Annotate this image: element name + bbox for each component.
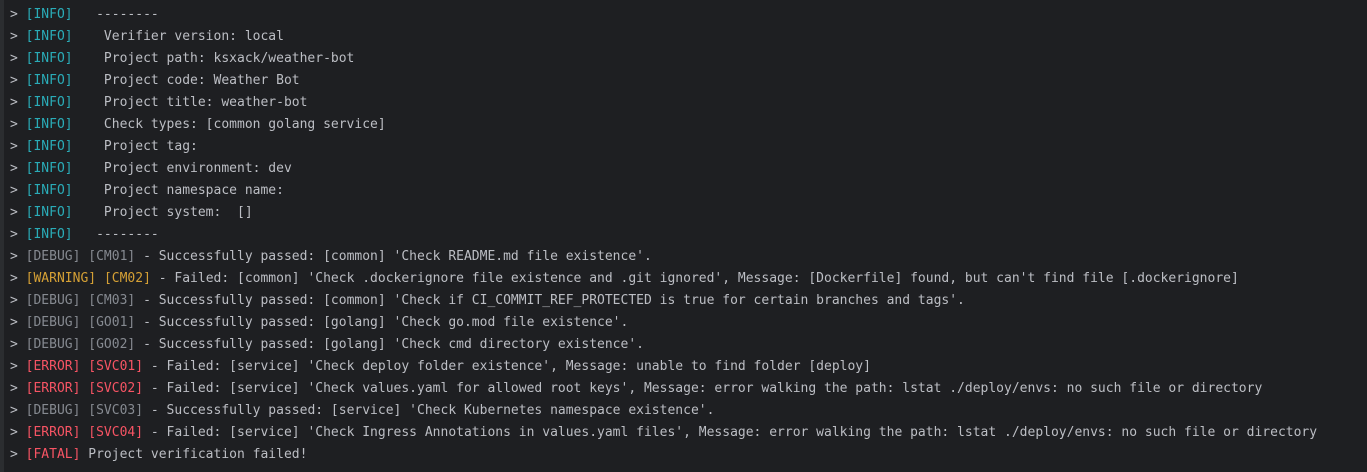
log-level-tag: [FATAL] — [25, 447, 81, 462]
log-message: Project path: ksxack/weather-bot — [80, 51, 355, 66]
prompt-symbol: > — [10, 381, 26, 396]
log-line: > [ERROR] [SVC04] - Failed: [service] 'C… — [10, 422, 1367, 444]
log-level-tag: [DEBUG] — [25, 293, 81, 308]
prompt-symbol: > — [10, 95, 26, 110]
log-line: > [ERROR] [SVC01] - Failed: [service] 'C… — [10, 356, 1367, 378]
prompt-symbol: > — [10, 403, 26, 418]
log-line: > [ERROR] [SVC02] - Failed: [service] 'C… — [10, 378, 1367, 400]
log-level-tag: [INFO] — [25, 161, 73, 176]
log-line: > [INFO] Project path: ksxack/weather-bo… — [10, 48, 1367, 70]
prompt-symbol: > — [10, 29, 26, 44]
log-message: - Successfully passed: [golang] 'Check c… — [135, 337, 644, 352]
log-message: - Failed: [service] 'Check deploy folder… — [143, 359, 871, 374]
log-line: > [INFO] -------- — [10, 224, 1367, 246]
prompt-symbol: > — [10, 139, 26, 154]
log-message: Project title: weather-bot — [80, 95, 308, 110]
clipped-bottom-line — [10, 464, 240, 472]
prompt-symbol: > — [10, 117, 26, 132]
log-line: > [DEBUG] [CM01] - Successfully passed: … — [10, 246, 1367, 268]
log-message: - Successfully passed: [service] 'Check … — [143, 403, 715, 418]
log-message: - Successfully passed: [common] 'Check i… — [135, 293, 965, 308]
prompt-symbol: > — [10, 425, 26, 440]
log-level-tag: [INFO] — [25, 51, 73, 66]
log-level-tag: [INFO] — [25, 7, 73, 22]
log-line: > [INFO] Check types: [common golang ser… — [10, 114, 1367, 136]
log-message: - Successfully passed: [golang] 'Check g… — [135, 315, 629, 330]
log-line: > [INFO] Project tag: — [10, 136, 1367, 158]
log-message: -------- — [80, 227, 159, 242]
check-code: [GO01] — [88, 315, 136, 330]
prompt-symbol: > — [10, 359, 26, 374]
log-level-tag: [INFO] — [25, 29, 73, 44]
log-line: > [DEBUG] [SVC03] - Successfully passed:… — [10, 400, 1367, 422]
log-line: > [WARNING] [CM02] - Failed: [common] 'C… — [10, 268, 1367, 290]
log-level-tag: [DEBUG] — [25, 315, 81, 330]
log-level-tag: [ERROR] — [25, 359, 81, 374]
prompt-symbol: > — [10, 7, 26, 22]
log-level-tag: [INFO] — [25, 183, 73, 198]
log-message: Project environment: dev — [80, 161, 292, 176]
log-message: - Failed: [common] 'Check .dockerignore … — [150, 271, 1239, 286]
log-message: - Failed: [service] 'Check values.yaml f… — [143, 381, 1263, 396]
log-level-tag: [WARNING] — [25, 271, 97, 286]
log-line: > [INFO] Project title: weather-bot — [10, 92, 1367, 114]
log-line: > [INFO] Project namespace name: — [10, 180, 1367, 202]
log-message: Project tag: — [80, 139, 198, 154]
check-code: [CM01] — [88, 249, 136, 264]
log-level-tag: [ERROR] — [25, 425, 81, 440]
log-line: > [FATAL] Project verification failed! — [10, 444, 1367, 466]
prompt-symbol: > — [10, 205, 26, 220]
log-message: - Successfully passed: [common] 'Check R… — [135, 249, 652, 264]
prompt-symbol: > — [10, 161, 26, 176]
log-message: Project system: [] — [80, 205, 253, 220]
check-code: [SVC04] — [88, 425, 144, 440]
terminal-gutter — [0, 0, 4, 472]
check-code: [GO02] — [88, 337, 136, 352]
log-message: Project code: Weather Bot — [80, 73, 300, 88]
log-message: Project namespace name: — [80, 183, 284, 198]
prompt-symbol: > — [10, 447, 26, 462]
check-code: [CM03] — [88, 293, 136, 308]
log-line: > [INFO] Verifier version: local — [10, 26, 1367, 48]
log-line: > [INFO] Project environment: dev — [10, 158, 1367, 180]
prompt-symbol: > — [10, 51, 26, 66]
log-level-tag: [DEBUG] — [25, 249, 81, 264]
log-level-tag: [INFO] — [25, 139, 73, 154]
log-level-tag: [INFO] — [25, 227, 73, 242]
log-line: > [INFO] Project code: Weather Bot — [10, 70, 1367, 92]
prompt-symbol: > — [10, 249, 26, 264]
log-line: > [DEBUG] [GO02] - Successfully passed: … — [10, 334, 1367, 356]
prompt-symbol: > — [10, 293, 26, 308]
check-code: [CM02] — [103, 271, 151, 286]
log-level-tag: [INFO] — [25, 205, 73, 220]
log-level-tag: [INFO] — [25, 95, 73, 110]
log-level-tag: [DEBUG] — [25, 403, 81, 418]
log-line: > [DEBUG] [GO01] - Successfully passed: … — [10, 312, 1367, 334]
prompt-symbol: > — [10, 183, 26, 198]
log-level-tag: [DEBUG] — [25, 337, 81, 352]
log-message: Verifier version: local — [80, 29, 284, 44]
log-level-tag: [INFO] — [25, 73, 73, 88]
log-message: - Failed: [service] 'Check Ingress Annot… — [143, 425, 1318, 440]
log-line: > [INFO] Project system: [] — [10, 202, 1367, 224]
log-message: Check types: [common golang service] — [80, 117, 386, 132]
log-line: > [DEBUG] [CM03] - Successfully passed: … — [10, 290, 1367, 312]
log-lines: > [INFO] -------- > [INFO] Verifier versi… — [10, 4, 1367, 466]
check-code: [SVC03] — [88, 403, 144, 418]
log-message: Project verification failed! — [80, 447, 308, 462]
log-level-tag: [ERROR] — [25, 381, 81, 396]
log-message: -------- — [80, 7, 159, 22]
prompt-symbol: > — [10, 73, 26, 88]
check-code: [SVC02] — [88, 381, 144, 396]
log-level-tag: [INFO] — [25, 117, 73, 132]
check-code: [SVC01] — [88, 359, 144, 374]
prompt-symbol: > — [10, 271, 26, 286]
log-line: > [INFO] -------- — [10, 4, 1367, 26]
prompt-symbol: > — [10, 315, 26, 330]
terminal-output[interactable]: > [INFO] -------- > [INFO] Verifier versi… — [0, 0, 1367, 472]
prompt-symbol: > — [10, 227, 26, 242]
prompt-symbol: > — [10, 337, 26, 352]
